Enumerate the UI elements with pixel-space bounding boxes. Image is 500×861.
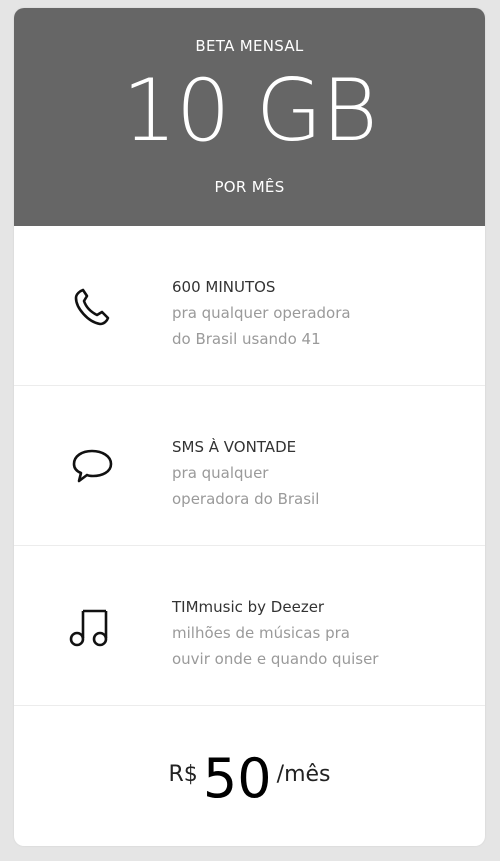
feature-desc-line2: do Brasil usando 41 — [172, 330, 321, 348]
feature-desc-line2: ouvir onde e quando quiser — [172, 650, 379, 668]
plan-name: BETA MENSAL — [195, 37, 304, 55]
chat-bubble-icon — [64, 438, 120, 494]
feature-title: 600 MINUTOS — [172, 278, 276, 296]
feature-title: TIMmusic by Deezer — [172, 598, 325, 616]
price-amount: 50 — [202, 747, 272, 810]
price-section: R$ 50 /mês — [14, 708, 485, 846]
feature-sms: SMS À VONTADE pra qualquer operadora do … — [14, 386, 485, 546]
feature-desc-line1: milhões de músicas pra — [172, 624, 350, 642]
plan-data-amount: 10 GB — [122, 61, 378, 161]
phone-icon — [64, 278, 120, 334]
feature-desc-line2: operadora do Brasil — [172, 490, 320, 508]
feature-music: TIMmusic by Deezer milhões de músicas pr… — [14, 546, 485, 706]
feature-title: SMS À VONTADE — [172, 438, 297, 456]
feature-minutes: 600 MINUTOS pra qualquer operadora do Br… — [14, 226, 485, 386]
feature-desc-line1: pra qualquer — [172, 464, 269, 482]
plan-card: BETA MENSAL 10 GB POR MÊS 600 MINUTOS pr… — [14, 8, 485, 846]
music-note-icon — [64, 598, 120, 654]
price-period: /mês — [276, 762, 331, 787]
feature-desc-line1: pra qualquer operadora — [172, 304, 351, 322]
plan-period: POR MÊS — [214, 178, 285, 196]
plan-header: BETA MENSAL 10 GB POR MÊS — [14, 8, 485, 226]
price-currency: R$ — [168, 762, 198, 787]
